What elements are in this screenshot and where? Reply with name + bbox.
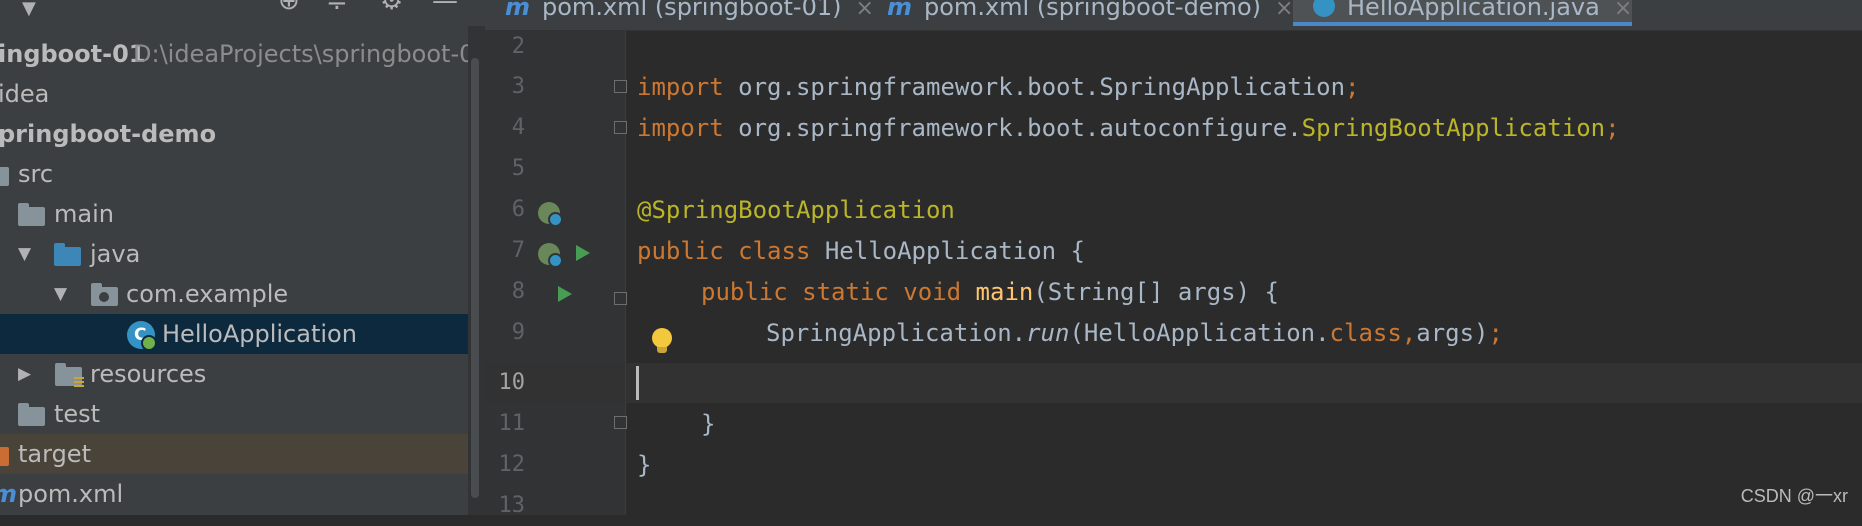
code-line[interactable]: import org.springframework.boot.SpringAp… xyxy=(637,67,1359,107)
code-line[interactable]: @SpringBootApplication xyxy=(637,190,955,230)
maven-icon: m xyxy=(887,0,913,21)
tree-item-label: HelloApplication xyxy=(162,320,357,348)
fold-icon[interactable] xyxy=(614,121,627,134)
resources-folder-icon xyxy=(55,363,84,389)
spring-bean-icon[interactable] xyxy=(538,243,563,268)
tab-label: HelloApplication.java xyxy=(1347,0,1600,21)
folder-icon xyxy=(18,203,45,226)
collapse-icon[interactable]: ≑ xyxy=(326,0,348,14)
line-number: 6 xyxy=(511,197,525,222)
maven-icon: m xyxy=(0,474,17,514)
gear-icon[interactable]: ⚙ xyxy=(380,0,403,14)
tree-item-label: test xyxy=(54,400,101,428)
fold-icon[interactable] xyxy=(614,416,627,429)
line-number: 4 xyxy=(511,115,525,140)
tree-item-class[interactable]: C HelloApplication xyxy=(0,314,485,354)
tree-item-target[interactable]: target xyxy=(0,434,485,474)
tree-item-label: resources xyxy=(90,360,207,388)
code-line[interactable]: public class HelloApplication { xyxy=(637,231,1085,271)
tree-item-label: main xyxy=(54,200,114,228)
expand-arrow-icon[interactable]: ▼ xyxy=(54,274,67,314)
locate-icon[interactable]: ⊕ xyxy=(278,0,300,14)
tree-item-label: pom.xml xyxy=(18,480,124,508)
panel-scrollbar[interactable] xyxy=(471,58,479,498)
tree-item-test[interactable]: test xyxy=(0,394,485,434)
watermark: CSDN @一xr xyxy=(1740,486,1848,506)
folder-icon xyxy=(0,167,9,186)
fold-icon[interactable] xyxy=(614,80,627,93)
tree-item-label: pringboot-demo xyxy=(0,120,217,148)
code-line[interactable]: } xyxy=(701,404,715,444)
tree-item-pom[interactable]: m pom.xml xyxy=(0,474,485,514)
maven-icon: m xyxy=(505,0,531,21)
source-folder-icon xyxy=(54,243,81,266)
folder-icon xyxy=(18,403,45,426)
line-number: 8 xyxy=(511,279,525,304)
run-icon[interactable] xyxy=(558,286,572,302)
expand-arrow-icon[interactable]: ▼ xyxy=(18,234,31,274)
code-line[interactable]: import org.springframework.boot.autoconf… xyxy=(637,108,1620,148)
spring-class-icon xyxy=(1313,0,1335,17)
editor-tab-bar: m pom.xml (springboot-01) × m pom.xml (spri… xyxy=(485,0,1862,31)
dropdown-icon[interactable]: ▼ xyxy=(22,0,36,22)
tree-item-project[interactable]: ingboot-01 D:\ideaProjects\springboot-01 xyxy=(0,34,485,74)
code-line[interactable]: } xyxy=(637,445,651,485)
collapse-arrow-icon[interactable]: ▶ xyxy=(18,354,31,394)
project-panel: ▼ ⊕ ≑ ⚙ — ingboot-01 D:\ideaProjects\spr… xyxy=(0,0,485,515)
gutter-separator xyxy=(625,31,626,515)
tree-item-package[interactable]: ▼ com.example xyxy=(0,274,485,314)
close-icon[interactable]: × xyxy=(1614,0,1632,21)
minimize-icon[interactable]: — xyxy=(432,0,458,14)
line-number: 5 xyxy=(511,156,525,181)
excluded-folder-icon xyxy=(0,447,9,466)
current-line-highlight xyxy=(485,363,1862,403)
tree-item-idea[interactable]: idea xyxy=(0,74,485,114)
run-icon[interactable] xyxy=(576,245,590,261)
line-number: 3 xyxy=(511,74,525,99)
tree-item-src[interactable]: src xyxy=(0,154,485,194)
spring-bean-icon[interactable] xyxy=(538,202,563,227)
lightbulb-icon[interactable] xyxy=(652,328,672,353)
line-number: 13 xyxy=(498,493,526,518)
tab-hello-application[interactable]: HelloApplication.java × xyxy=(1293,0,1632,26)
tab-pom-springboot-demo[interactable]: m pom.xml (springboot-demo) × xyxy=(887,0,1293,30)
code-line[interactable]: public static void main(String[] args) { xyxy=(701,272,1279,312)
project-path: D:\ideaProjects\springboot-01 xyxy=(133,40,485,68)
project-name: ingboot-01 xyxy=(0,40,146,68)
line-number: 2 xyxy=(511,34,525,59)
tree-item-resources[interactable]: ▶ resources xyxy=(0,354,485,394)
close-icon[interactable]: × xyxy=(1275,0,1293,21)
tab-label: pom.xml (springboot-01) xyxy=(542,0,842,21)
line-number: 7 xyxy=(511,238,525,263)
line-number: 12 xyxy=(498,452,526,477)
project-toolbar: ▼ ⊕ ≑ ⚙ — xyxy=(0,0,485,26)
tree-item-label: java xyxy=(90,240,141,268)
tree-item-label: src xyxy=(18,160,54,188)
tree-item-main[interactable]: main xyxy=(0,194,485,234)
tab-pom-springboot-01[interactable]: m pom.xml (springboot-01) × xyxy=(505,0,874,30)
line-number: 11 xyxy=(498,411,526,436)
package-icon xyxy=(91,283,118,306)
spring-class-icon: C xyxy=(127,321,157,351)
fold-icon[interactable] xyxy=(614,292,627,305)
text-cursor xyxy=(636,366,639,400)
project-tree: ingboot-01 D:\ideaProjects\springboot-01… xyxy=(0,34,485,514)
line-number: 9 xyxy=(511,320,525,345)
line-number-current: 10 xyxy=(498,370,526,395)
tree-item-label: target xyxy=(18,440,91,468)
tree-item-module[interactable]: pringboot-demo xyxy=(0,114,485,154)
tree-item-label: com.example xyxy=(126,280,289,308)
tab-label: pom.xml (springboot-demo) xyxy=(924,0,1261,21)
close-icon[interactable]: × xyxy=(855,0,873,21)
tree-item-label: idea xyxy=(0,80,50,108)
tree-item-java[interactable]: ▼ java xyxy=(0,234,485,274)
code-line[interactable]: SpringApplication.run(HelloApplication.c… xyxy=(766,313,1503,353)
